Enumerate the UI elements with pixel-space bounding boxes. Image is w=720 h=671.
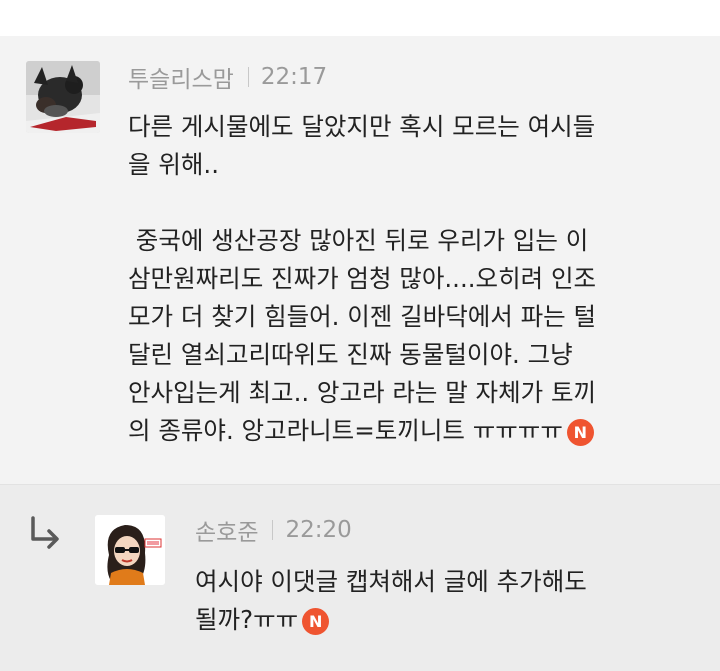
- new-badge-icon: N: [566, 419, 594, 446]
- comment-line: 다른 게시물에도 달았지만 혹시 모르는 여시들: [128, 112, 596, 141]
- comment-line: 여시야 이댓글 캡쳐해서 글에 추가해도: [195, 567, 587, 596]
- comment-line: 의 종류야. 앙고라니트=토끼니트 ㅠㅠㅠㅠ: [128, 416, 563, 445]
- comment-line: 될까?ㅠㅠ: [195, 605, 299, 634]
- avatar[interactable]: [26, 61, 100, 133]
- comment-line: 안사입는게 최고.. 앙고라 라는 말 자체가 토끼: [128, 378, 597, 407]
- meta-divider: [272, 520, 274, 540]
- comment-body: 다른 게시물에도 달았지만 혹시 모르는 여시들 을 위해.. 중국에 생산공장…: [128, 108, 596, 450]
- timestamp: 22:20: [285, 517, 352, 543]
- comment-line: 중국에 생산공장 많아진 뒤로 우리가 입는 이: [128, 226, 589, 255]
- reply-comment-item: 손호준 22:20 여시야 이댓글 캡쳐해서 글에 추가해도 될까?ㅠㅠ N: [0, 485, 720, 671]
- top-strip: [0, 0, 720, 36]
- author-name[interactable]: 손호준: [195, 513, 258, 547]
- meta-divider: [247, 67, 249, 87]
- reply-arrow-icon: [31, 516, 59, 549]
- timestamp: 22:17: [260, 64, 328, 90]
- comment-meta: 투슬리스맘 22:17: [128, 60, 327, 94]
- comment-line: 삼만원짜리도 진짜가 엄청 많아....오히려 인조: [128, 264, 597, 293]
- avatar-image: [26, 61, 100, 133]
- avatar[interactable]: [95, 515, 165, 585]
- author-name[interactable]: 투슬리스맘: [128, 60, 234, 94]
- comment-line: 을 위해..: [128, 150, 219, 179]
- comment-line: 모가 더 찾기 힘들어. 이젠 길바닥에서 파는 털: [128, 302, 597, 331]
- comment-item: 투슬리스맘 22:17 다른 게시물에도 달았지만 혹시 모르는 여시들 을 위…: [0, 36, 720, 485]
- avatar-image: [95, 515, 165, 585]
- comment-line: 달린 열쇠고리따위도 진짜 동물털이야. 그냥: [128, 340, 573, 369]
- comment-meta: 손호준 22:20: [195, 513, 352, 547]
- new-badge-icon: N: [302, 608, 330, 635]
- comment-body: 여시야 이댓글 캡쳐해서 글에 추가해도 될까?ㅠㅠ N: [195, 563, 587, 639]
